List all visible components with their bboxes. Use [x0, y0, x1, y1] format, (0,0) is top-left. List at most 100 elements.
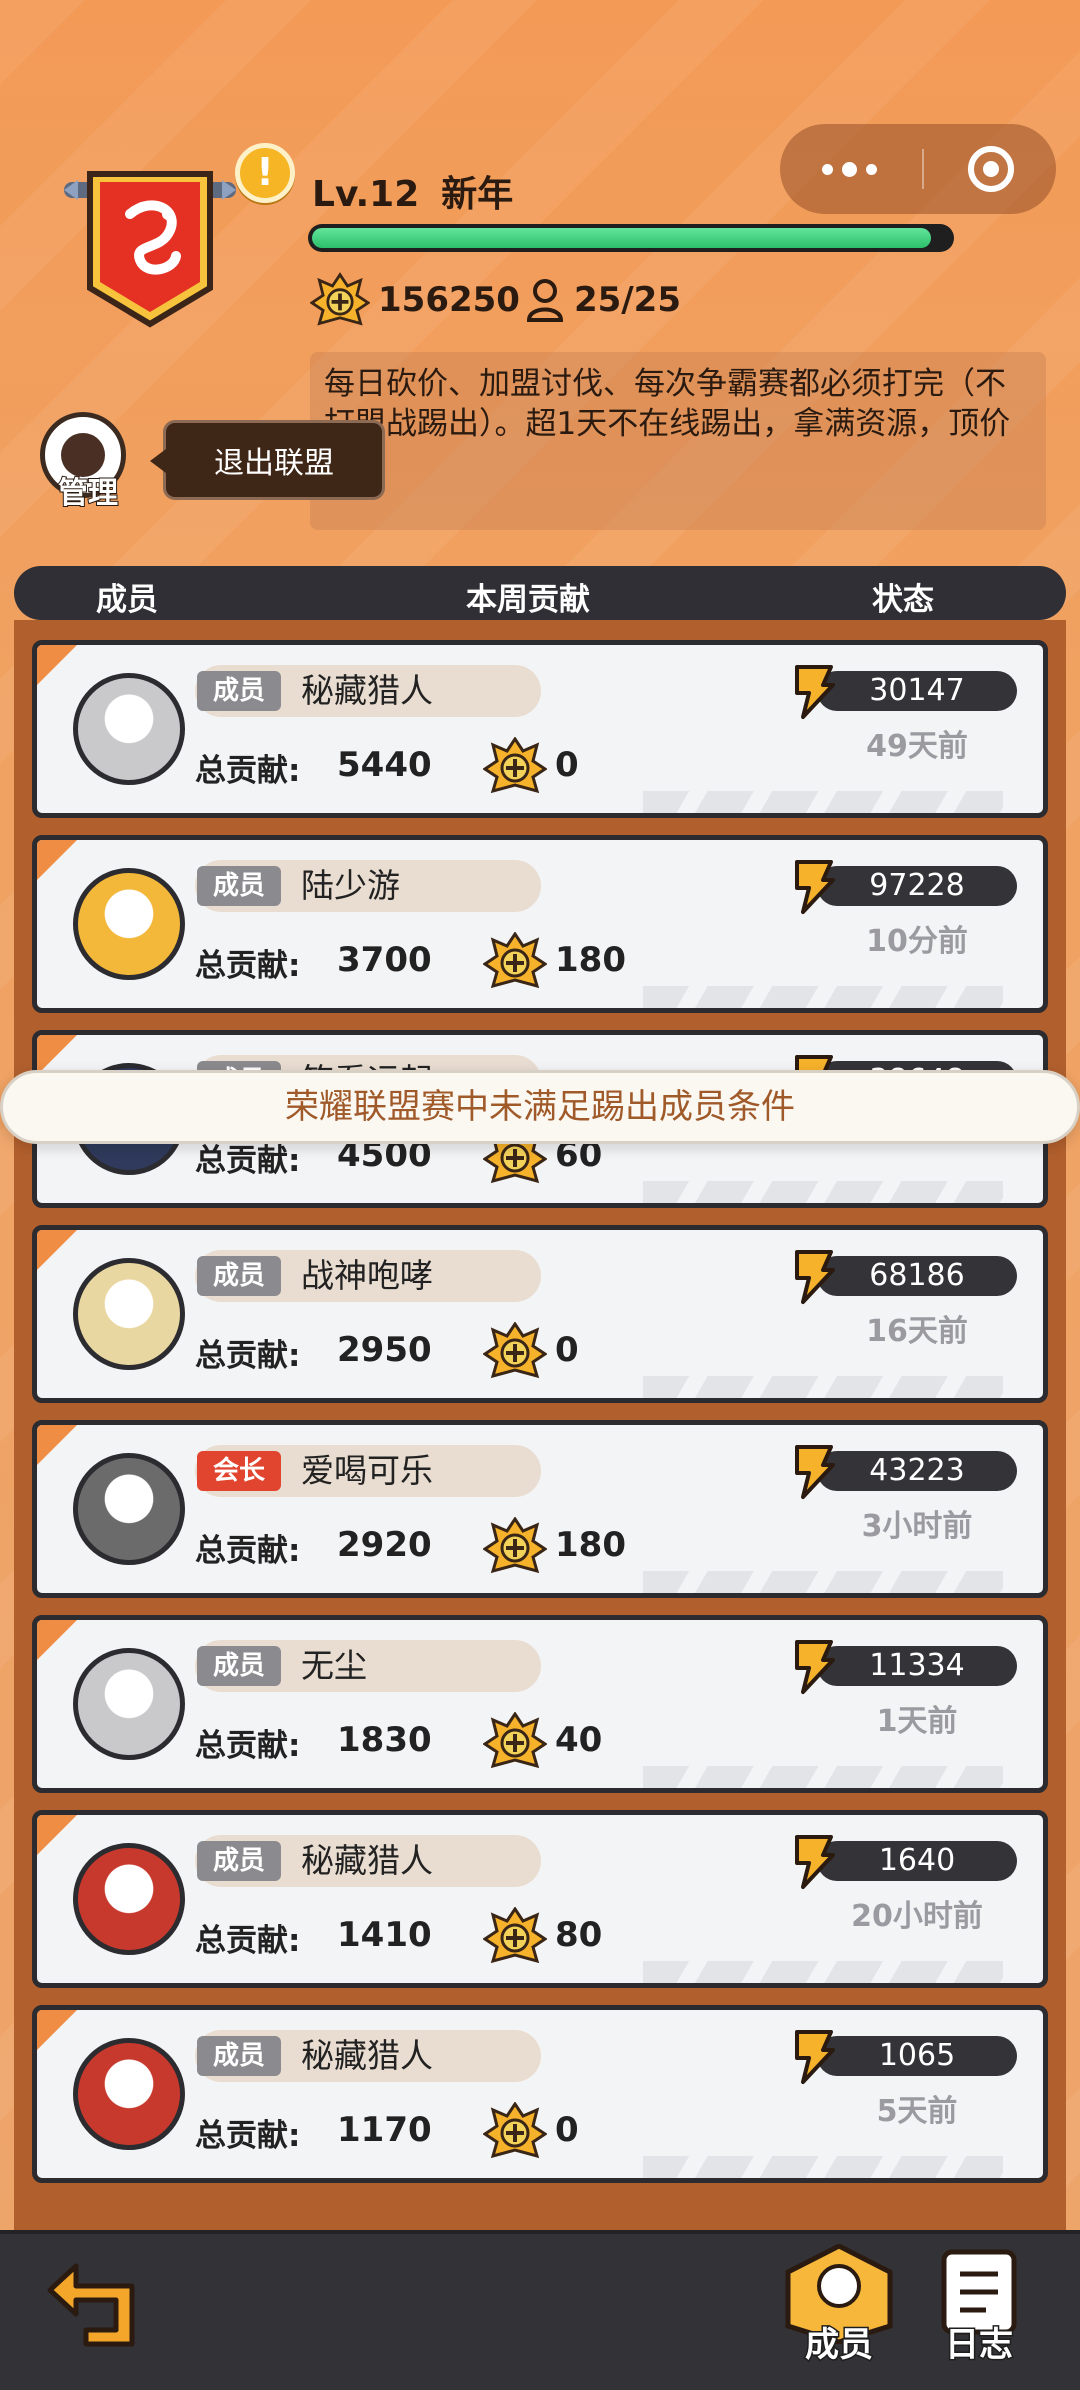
- last-seen: 49天前: [866, 729, 968, 764]
- nav-log-button[interactable]: 日志: [920, 2244, 1038, 2370]
- col-member: 成员: [96, 582, 158, 618]
- total-contrib-label: 总贡献:: [195, 2118, 301, 2154]
- member-table-header: 成员 本周贡献 状态: [14, 566, 1066, 620]
- total-contrib-value: 5440: [337, 745, 432, 785]
- power-icon: [795, 860, 835, 914]
- col-contrib: 本周贡献: [466, 582, 590, 618]
- guild-exp-fill: [312, 228, 931, 248]
- total-contrib-value: 1830: [337, 1720, 432, 1760]
- avatar[interactable]: [73, 673, 185, 785]
- power-icon: [795, 2030, 835, 2084]
- avatar[interactable]: [73, 868, 185, 980]
- weekly-contrib-value: 80: [555, 1915, 603, 1955]
- manage-button[interactable]: 管理: [40, 412, 136, 512]
- alert-icon[interactable]: !: [235, 143, 295, 203]
- total-contrib-value: 2950: [337, 1330, 432, 1370]
- role-badge: 成员: [197, 2036, 282, 2076]
- guild-notice: 每日砍价、加盟讨伐、每次争霸赛都必须打完（不打盟战踢出）。超1天不在线踢出，拿满…: [310, 352, 1046, 530]
- avatar[interactable]: [73, 2038, 185, 2150]
- member-card[interactable]: 成员 战神咆哮 总贡献: 2950 0 68186 16天前: [32, 1225, 1048, 1403]
- medal-icon: [483, 1907, 547, 1964]
- guild-title: Lv.12 新年: [312, 165, 535, 217]
- total-contrib-label: 总贡献:: [195, 948, 301, 984]
- weekly-contrib-value: 0: [555, 2110, 579, 2150]
- member-card[interactable]: 成员 秘藏猎人总贡献: 5440 0 30147 49天前: [32, 640, 1048, 818]
- guild-name: 新年: [441, 174, 514, 215]
- dragon-banner-icon[interactable]: [64, 160, 236, 330]
- nav-members-label: 成员: [804, 2324, 875, 2367]
- member-name: 秘藏猎人: [301, 2036, 433, 2075]
- weekly-contrib-value: 40: [555, 1720, 603, 1760]
- weekly-contrib-value: 0: [555, 1330, 579, 1370]
- weekly-contrib-value: 0: [555, 745, 579, 785]
- nav-members-button[interactable]: 成员: [780, 2243, 898, 2370]
- member-card[interactable]: 成员 无尘 总贡献: 1830 40 11334 1天前: [32, 1615, 1048, 1793]
- power-icon: [795, 1640, 835, 1694]
- back-arrow-icon[interactable]: [46, 2256, 150, 2352]
- miniapp-capsule: [780, 124, 1056, 214]
- medal-icon: [483, 932, 547, 989]
- medal-icon: [310, 272, 370, 326]
- last-seen: 1天前: [876, 1704, 958, 1739]
- medal-icon: [483, 1322, 547, 1379]
- total-contrib-value: 1170: [337, 2110, 432, 2150]
- more-icon[interactable]: [822, 161, 877, 177]
- role-badge: 成员: [197, 1841, 282, 1881]
- power-value: 43223: [817, 1451, 1017, 1491]
- member-card[interactable]: 成员 秘藏猎人 总贡献: 1410 80 1640 20小时前: [32, 1810, 1048, 1988]
- target-icon[interactable]: [968, 146, 1014, 192]
- last-seen: 10分前: [866, 924, 968, 959]
- role-badge: 成员: [197, 671, 282, 711]
- medal-icon: [483, 2102, 547, 2159]
- member-card[interactable]: 成员 陆少游 总贡献: 3700 180 97228 10分前: [32, 835, 1048, 1013]
- total-contrib-label: 总贡献:: [195, 753, 301, 789]
- avatar[interactable]: [73, 1453, 185, 1565]
- nav-log-label: 日志: [944, 2324, 1015, 2367]
- total-contrib-label: 总贡献:: [195, 1338, 301, 1374]
- power-value: 30147: [817, 671, 1017, 711]
- member-name: 战神咆哮: [301, 1256, 433, 1295]
- power-icon: [795, 665, 835, 719]
- member-name: 无尘: [301, 1646, 367, 1685]
- total-contrib-value: 3700: [337, 940, 432, 980]
- weekly-contrib-value: 180: [555, 1525, 626, 1565]
- col-status: 状态: [872, 582, 934, 618]
- avatar[interactable]: [73, 1843, 185, 1955]
- total-contrib-label: 总贡献:: [195, 1533, 301, 1569]
- power-value: 1640: [817, 1841, 1017, 1881]
- member-name: 秘藏猎人: [301, 671, 433, 710]
- member-name: 爱喝可乐: [301, 1451, 433, 1490]
- total-contrib-label: 总贡献:: [195, 1923, 301, 1959]
- weekly-contrib-value: 180: [555, 940, 626, 980]
- medal-icon: [483, 1517, 547, 1574]
- avatar[interactable]: [73, 1648, 185, 1760]
- total-contrib-value: 2920: [337, 1525, 432, 1565]
- member-count: 25/25: [573, 280, 681, 320]
- member-card[interactable]: 会长 爱喝可乐总贡献: 2920 180 43223 3小时前: [32, 1420, 1048, 1598]
- role-badge: 会长: [197, 1451, 282, 1491]
- power-icon: [795, 1835, 835, 1889]
- bottom-bar: [0, 2230, 1080, 2390]
- avatar[interactable]: [73, 1258, 185, 1370]
- last-seen: 3小时前: [861, 1509, 973, 1544]
- power-value: 1065: [817, 2036, 1017, 2076]
- role-badge: 成员: [197, 1646, 282, 1686]
- manage-label: 管理: [57, 475, 119, 512]
- role-badge: 成员: [197, 866, 282, 906]
- guild-level: Lv.12: [312, 174, 420, 215]
- member-name: 秘藏猎人: [301, 1841, 433, 1880]
- guild-exp-bar: [308, 224, 954, 252]
- user-icon: [526, 279, 563, 322]
- capsule-divider: [921, 149, 924, 189]
- total-contrib-value: 1410: [337, 1915, 432, 1955]
- medal-icon: [483, 1712, 547, 1769]
- guild-stats: 156250 25/25: [310, 272, 681, 328]
- last-seen: 16天前: [866, 1314, 968, 1349]
- power-icon: [795, 1445, 835, 1499]
- member-name: 陆少游: [301, 866, 400, 905]
- exit-guild-button[interactable]: 退出联盟: [150, 420, 385, 500]
- member-card[interactable]: 成员 秘藏猎人 总贡献: 1170 0 1065 5天前: [32, 2005, 1048, 2183]
- power-value: 68186: [817, 1256, 1017, 1296]
- power-icon: [795, 1250, 835, 1304]
- toast-message: 荣耀联盟赛中未满足踢出成员条件: [0, 1070, 1080, 1144]
